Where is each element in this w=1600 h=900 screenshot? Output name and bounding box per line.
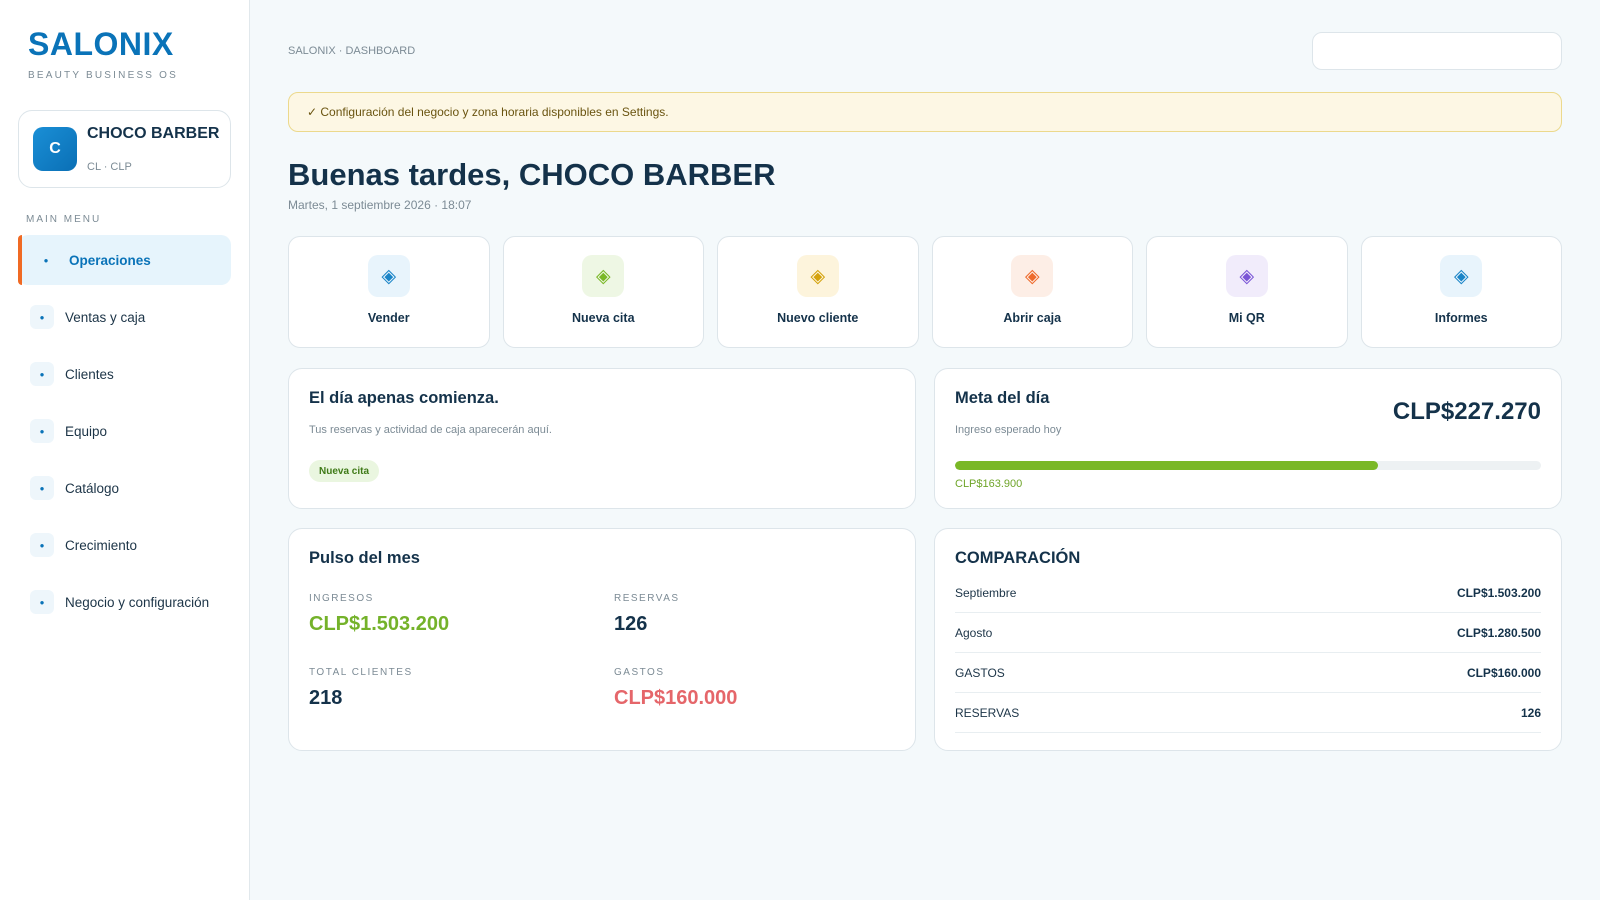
sidebar-item-label: Operaciones bbox=[69, 252, 151, 268]
stat-total-clientes: TOTAL CLIENTES 218 bbox=[309, 667, 413, 710]
quick-action-label: Abrir caja bbox=[1003, 311, 1062, 325]
business-name: CHOCO BARBER bbox=[87, 125, 220, 142]
quick-action-informes[interactable]: ◈ Informes bbox=[1360, 236, 1562, 348]
page-title: Buenas tardes, CHOCO BARBER bbox=[288, 157, 776, 192]
goal-current-amount: CLP$163.900 bbox=[955, 478, 1023, 490]
day-card-title: El día apenas comienza. bbox=[309, 389, 499, 407]
sidebar-item-label: Clientes bbox=[65, 366, 114, 382]
comparison-card: COMPARACIÓN Septiembre CLP$1.503.200 Ago… bbox=[934, 528, 1562, 751]
stat-label: RESERVAS bbox=[614, 593, 680, 604]
bullet-icon: ● bbox=[30, 533, 54, 557]
stat-label: INGRESOS bbox=[309, 593, 374, 604]
list-item: RESERVAS 126 bbox=[955, 693, 1541, 733]
day-card-subtitle: Tus reservas y actividad de caja aparece… bbox=[309, 424, 552, 436]
sidebar-item-label: Crecimiento bbox=[65, 537, 138, 553]
stat-gastos: GASTOS CLP$160.000 bbox=[614, 667, 737, 710]
diamond-icon: ◈ bbox=[1440, 255, 1483, 297]
quick-action-label: Vender bbox=[367, 311, 410, 325]
business-avatar: C bbox=[33, 127, 77, 171]
goal-amount: CLP$227.270 bbox=[1392, 398, 1541, 425]
quick-action-label: Nuevo cliente bbox=[777, 311, 859, 325]
comparison-amount: CLP$160.000 bbox=[1466, 665, 1541, 680]
sidebar-item-equipo[interactable]: ● Equipo bbox=[18, 406, 231, 456]
comparison-name: Septiembre bbox=[955, 585, 1017, 600]
sidebar-item-crecimiento[interactable]: ● Crecimiento bbox=[18, 520, 231, 570]
comparison-amount: CLP$1.503.200 bbox=[1456, 585, 1541, 600]
sidebar-item-operaciones[interactable]: ● Operaciones bbox=[18, 235, 231, 285]
diamond-icon: ◈ bbox=[582, 255, 625, 297]
quick-action-abrir-caja[interactable]: ◈ Abrir caja bbox=[931, 236, 1133, 348]
menu-title: MAIN MENU bbox=[26, 214, 102, 225]
quick-actions: ◈ Vender ◈ Nueva cita ◈ Nuevo cliente ◈ … bbox=[288, 236, 1562, 348]
goal-card-subtitle: Ingreso esperado hoy bbox=[955, 424, 1062, 436]
quick-action-nueva-cita[interactable]: ◈ Nueva cita bbox=[502, 236, 704, 348]
quick-action-vender[interactable]: ◈ Vender bbox=[288, 236, 490, 348]
brand-logo[interactable]: SALONIX bbox=[28, 26, 174, 63]
monthly-pulse-card: Pulso del mes INGRESOS CLP$1.503.200 RES… bbox=[288, 528, 916, 751]
comparison-list: Septiembre CLP$1.503.200 Agosto CLP$1.28… bbox=[955, 573, 1541, 733]
diamond-icon: ◈ bbox=[1225, 255, 1268, 297]
bullet-icon: ● bbox=[30, 305, 54, 329]
breadcrumb: SALONIX · DASHBOARD bbox=[288, 45, 416, 57]
quick-action-label: Informes bbox=[1434, 311, 1488, 325]
diamond-icon: ◈ bbox=[367, 255, 410, 297]
stat-value: 218 bbox=[309, 687, 343, 709]
goal-card-title: Meta del día bbox=[955, 389, 1050, 407]
list-item: Agosto CLP$1.280.500 bbox=[955, 613, 1541, 653]
stat-label: TOTAL CLIENTES bbox=[309, 667, 413, 678]
daily-goal-card: Meta del día Ingreso esperado hoy CLP$22… bbox=[934, 368, 1562, 509]
settings-notice: ✓ Configuración del negocio y zona horar… bbox=[288, 92, 1562, 132]
quick-action-nuevo-cliente[interactable]: ◈ Nuevo cliente bbox=[717, 236, 919, 348]
quick-action-label: Nueva cita bbox=[571, 311, 635, 325]
comparison-amount: 126 bbox=[1520, 705, 1541, 720]
diamond-icon: ◈ bbox=[796, 255, 839, 297]
bullet-icon: ● bbox=[30, 476, 54, 500]
stat-value: CLP$1.503.200 bbox=[309, 613, 450, 635]
new-appointment-button[interactable]: Nueva cita bbox=[309, 460, 380, 482]
sidebar-item-catalogo[interactable]: ● Catálogo bbox=[18, 463, 231, 513]
diamond-icon: ◈ bbox=[1011, 255, 1054, 297]
comparison-name: Agosto bbox=[955, 625, 993, 640]
business-card[interactable]: C CHOCO BARBER CL · CLP bbox=[18, 110, 231, 188]
sidebar-item-label: Ventas y caja bbox=[65, 309, 146, 325]
list-item: Septiembre CLP$1.503.200 bbox=[955, 573, 1541, 613]
bullet-icon: ● bbox=[43, 255, 49, 265]
business-meta: CL · CLP bbox=[87, 161, 132, 173]
comparison-card-title: COMPARACIÓN bbox=[955, 549, 1081, 567]
goal-progress-track bbox=[955, 461, 1541, 470]
goal-progress-fill bbox=[955, 461, 1378, 470]
comparison-name: GASTOS bbox=[955, 665, 1005, 680]
quick-action-mi-qr[interactable]: ◈ Mi QR bbox=[1146, 236, 1348, 348]
current-date: Martes, 1 septiembre 2026 · 18:07 bbox=[288, 198, 472, 212]
list-item: GASTOS CLP$160.000 bbox=[955, 653, 1541, 693]
comparison-amount: CLP$1.280.500 bbox=[1456, 625, 1541, 640]
sidebar-item-label: Catálogo bbox=[65, 480, 120, 496]
stat-reservas: RESERVAS 126 bbox=[614, 593, 680, 636]
comparison-name: RESERVAS bbox=[955, 705, 1020, 720]
stat-value: CLP$160.000 bbox=[614, 687, 738, 709]
stat-label: GASTOS bbox=[614, 667, 665, 678]
day-card: El día apenas comienza. Tus reservas y a… bbox=[288, 368, 916, 509]
brand-tagline: BEAUTY BUSINESS OS bbox=[28, 70, 179, 81]
bullet-icon: ● bbox=[30, 362, 54, 386]
sidebar-item-negocio-y-configuracion[interactable]: ● Negocio y configuración bbox=[18, 577, 231, 627]
stat-value: 126 bbox=[614, 613, 648, 635]
quick-action-label: Mi QR bbox=[1228, 311, 1265, 325]
sidebar: SALONIX BEAUTY BUSINESS OS C CHOCO BARBE… bbox=[0, 0, 250, 900]
bullet-icon: ● bbox=[30, 419, 54, 443]
sidebar-item-ventas-y-caja[interactable]: ● Ventas y caja bbox=[18, 292, 231, 342]
sidebar-item-label: Equipo bbox=[65, 423, 108, 439]
sidebar-item-clientes[interactable]: ● Clientes bbox=[18, 349, 231, 399]
sidebar-item-label: Negocio y configuración bbox=[65, 594, 210, 610]
bullet-icon: ● bbox=[30, 590, 54, 614]
search-input[interactable] bbox=[1312, 32, 1562, 70]
pulse-card-title: Pulso del mes bbox=[309, 549, 420, 567]
main-menu: ● Operaciones ● Ventas y caja ● Clientes… bbox=[18, 235, 231, 634]
stat-ingresos: INGRESOS CLP$1.503.200 bbox=[309, 593, 449, 636]
